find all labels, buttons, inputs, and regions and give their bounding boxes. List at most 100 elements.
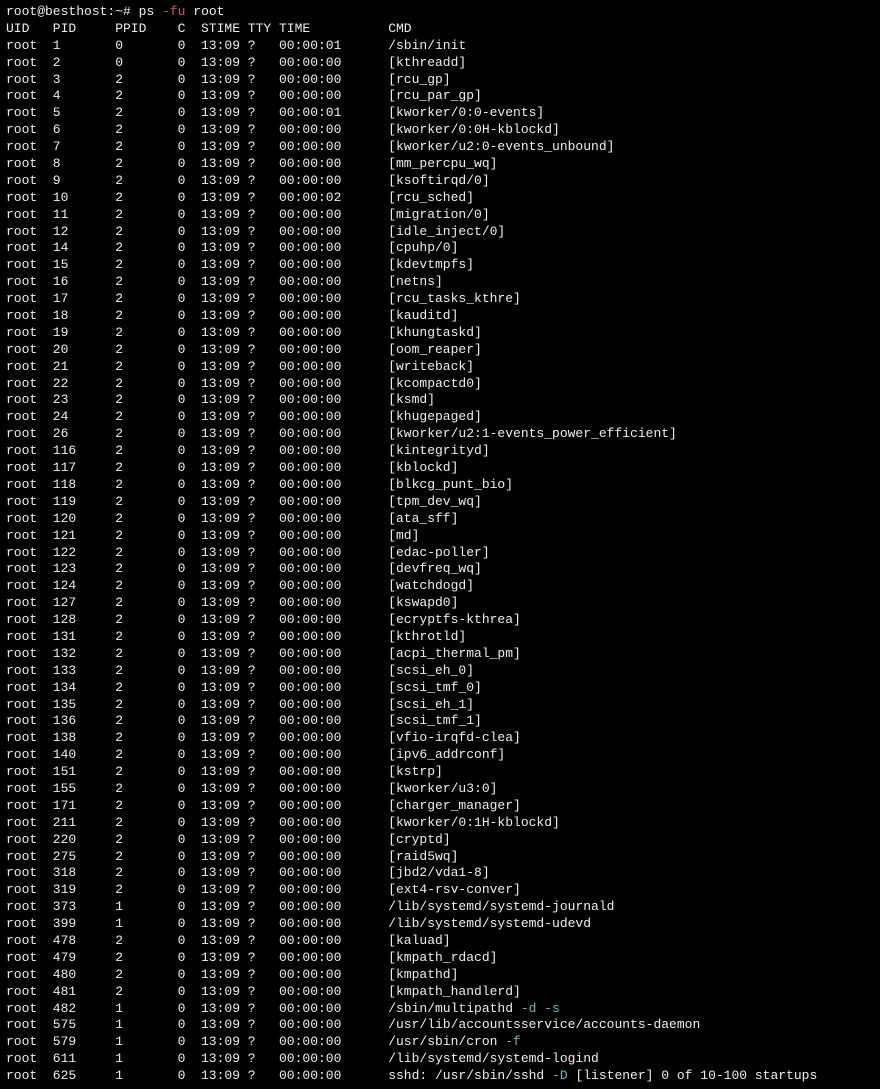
cell-time: 00:00:00	[279, 865, 388, 882]
cell-pid: 2	[53, 55, 115, 72]
cell-uid: root	[6, 240, 53, 257]
table-row: root82013:09?00:00:00[mm_percpu_wq]	[6, 156, 817, 173]
cell-c: 0	[178, 916, 201, 933]
cell-cmd: [ksmd]	[388, 392, 817, 409]
cell-c: 0	[178, 190, 201, 207]
cell-stime: 13:09	[201, 612, 248, 629]
cell-c: 0	[178, 798, 201, 815]
cell-tty: ?	[248, 916, 279, 933]
prompt-argument: root	[185, 4, 224, 19]
cell-cmd: [netns]	[388, 274, 817, 291]
cell-ppid: 2	[115, 865, 177, 882]
cell-time: 00:00:00	[279, 359, 388, 376]
cell-cmd: /lib/systemd/systemd-logind	[388, 1051, 817, 1068]
cell-time: 00:00:00	[279, 747, 388, 764]
cell-pid: 116	[53, 443, 115, 460]
cmd-part: sshd: /usr/sbin/sshd	[388, 1068, 552, 1083]
cell-time: 00:00:00	[279, 139, 388, 156]
cell-pid: 155	[53, 781, 115, 798]
cell-uid: root	[6, 274, 53, 291]
cell-stime: 13:09	[201, 967, 248, 984]
cell-cmd: [watchdogd]	[388, 578, 817, 595]
cell-time: 00:00:00	[279, 899, 388, 916]
cell-stime: 13:09	[201, 173, 248, 190]
cell-stime: 13:09	[201, 663, 248, 680]
cell-cmd: [blkcg_punt_bio]	[388, 477, 817, 494]
cell-stime: 13:09	[201, 207, 248, 224]
cell-tty: ?	[248, 477, 279, 494]
cell-tty: ?	[248, 730, 279, 747]
cell-tty: ?	[248, 1068, 279, 1085]
cell-uid: root	[6, 139, 53, 156]
cell-c: 0	[178, 443, 201, 460]
table-row: root1162013:09?00:00:00[kintegrityd]	[6, 443, 817, 460]
cell-cmd: [migration/0]	[388, 207, 817, 224]
table-row: root72013:09?00:00:00[kworker/u2:0-event…	[6, 139, 817, 156]
cell-c: 0	[178, 815, 201, 832]
cell-time: 00:00:00	[279, 713, 388, 730]
cell-stime: 13:09	[201, 646, 248, 663]
cell-ppid: 2	[115, 257, 177, 274]
cell-uid: root	[6, 849, 53, 866]
cell-uid: root	[6, 359, 53, 376]
cell-stime: 13:09	[201, 832, 248, 849]
cell-tty: ?	[248, 663, 279, 680]
cell-tty: ?	[248, 122, 279, 139]
cell-time: 00:00:00	[279, 426, 388, 443]
cell-uid: root	[6, 764, 53, 781]
table-row: root162013:09?00:00:00[netns]	[6, 274, 817, 291]
cell-time: 00:00:00	[279, 308, 388, 325]
cell-time: 00:00:00	[279, 173, 388, 190]
cell-stime: 13:09	[201, 680, 248, 697]
cell-ppid: 2	[115, 156, 177, 173]
cell-time: 00:00:00	[279, 376, 388, 393]
cell-ppid: 0	[115, 55, 177, 72]
cell-cmd: [kmpathd]	[388, 967, 817, 984]
cell-pid: 133	[53, 663, 115, 680]
cell-tty: ?	[248, 55, 279, 72]
cmd-part: -d	[521, 1001, 537, 1016]
cell-ppid: 2	[115, 882, 177, 899]
cell-pid: 21	[53, 359, 115, 376]
cell-cmd: [kintegrityd]	[388, 443, 817, 460]
cell-cmd: [kswapd0]	[388, 595, 817, 612]
cell-c: 0	[178, 1051, 201, 1068]
cmd-part: -D	[552, 1068, 568, 1083]
cell-ppid: 2	[115, 849, 177, 866]
cell-pid: 127	[53, 595, 115, 612]
cell-time: 00:00:00	[279, 494, 388, 511]
cell-c: 0	[178, 409, 201, 426]
cell-cmd: [edac-poller]	[388, 545, 817, 562]
cell-stime: 13:09	[201, 528, 248, 545]
table-row: root20013:09?00:00:00[kthreadd]	[6, 55, 817, 72]
cell-cmd: [scsi_tmf_1]	[388, 713, 817, 730]
cell-cmd: [ipv6_addrconf]	[388, 747, 817, 764]
cell-tty: ?	[248, 426, 279, 443]
cell-uid: root	[6, 561, 53, 578]
cell-ppid: 2	[115, 680, 177, 697]
process-table: UID PID PPID C STIME TTY TIME CMD root10…	[6, 21, 817, 1085]
cmd-part: -f	[505, 1034, 521, 1049]
cell-tty: ?	[248, 781, 279, 798]
cell-uid: root	[6, 291, 53, 308]
cell-tty: ?	[248, 612, 279, 629]
table-row: root112013:09?00:00:00[migration/0]	[6, 207, 817, 224]
cell-tty: ?	[248, 376, 279, 393]
cell-tty: ?	[248, 173, 279, 190]
table-row: root222013:09?00:00:00[kcompactd0]	[6, 376, 817, 393]
cell-c: 0	[178, 865, 201, 882]
cell-ppid: 2	[115, 325, 177, 342]
cell-stime: 13:09	[201, 494, 248, 511]
cell-c: 0	[178, 359, 201, 376]
table-row: root1172013:09?00:00:00[kblockd]	[6, 460, 817, 477]
cell-cmd: [md]	[388, 528, 817, 545]
cell-tty: ?	[248, 257, 279, 274]
shell-prompt[interactable]: root@besthost:~# ps -fu root	[6, 4, 874, 21]
cell-uid: root	[6, 612, 53, 629]
cell-stime: 13:09	[201, 849, 248, 866]
cell-tty: ?	[248, 139, 279, 156]
cell-uid: root	[6, 1017, 53, 1034]
cell-uid: root	[6, 747, 53, 764]
table-row: root212013:09?00:00:00[writeback]	[6, 359, 817, 376]
cell-time: 00:00:00	[279, 511, 388, 528]
